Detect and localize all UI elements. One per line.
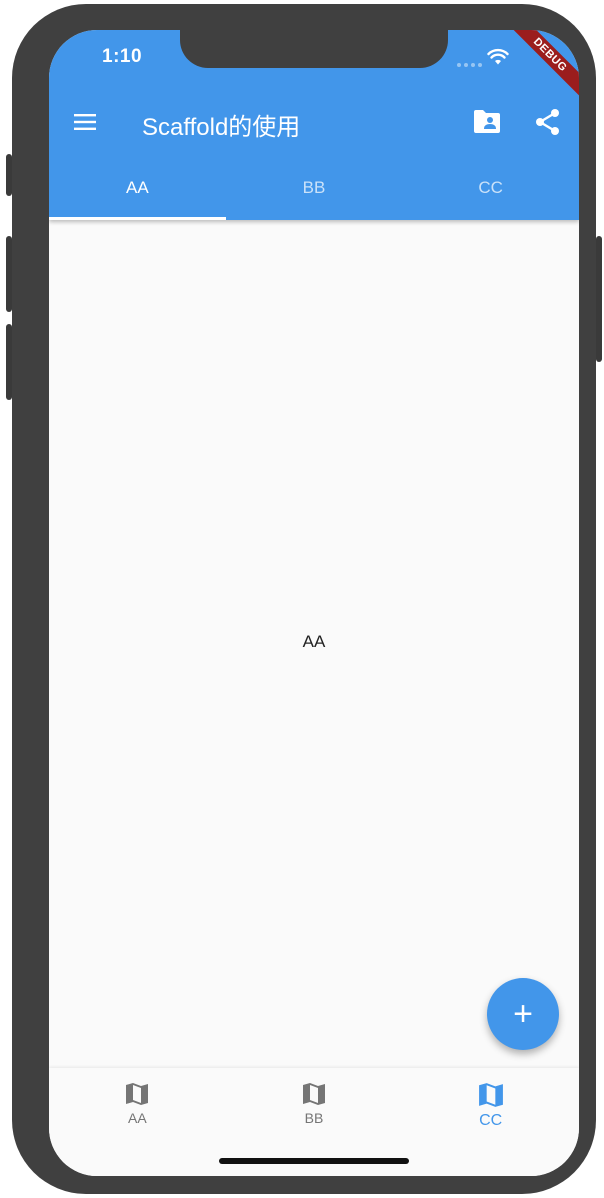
volume-down-button [6, 324, 12, 400]
map-icon [303, 1083, 325, 1105]
volume-up-button [6, 236, 12, 312]
wifi-icon [487, 48, 509, 65]
tab-aa[interactable]: AA [49, 160, 226, 220]
bottom-nav-item-cc[interactable]: CC [402, 1068, 579, 1176]
add-icon: + [513, 995, 533, 1033]
status-time: 1:10 [102, 46, 143, 67]
power-button [596, 236, 602, 362]
device-frame: 1:10 DEBUG Scaffold的使用 AA BB CC AA + AA … [6, 4, 602, 1194]
debug-banner: DEBUG [505, 30, 579, 100]
device-notch [180, 30, 448, 68]
share-icon[interactable] [534, 108, 562, 136]
tab-bb[interactable]: BB [226, 160, 403, 220]
mute-switch [6, 154, 12, 196]
screen: 1:10 DEBUG Scaffold的使用 AA BB CC AA + AA … [49, 30, 579, 1176]
bottom-nav-label: AA [127, 1110, 147, 1126]
bottom-nav-label: BB [304, 1110, 324, 1126]
map-icon [126, 1083, 149, 1105]
tab-bar: AA BB CC [49, 160, 579, 220]
map-icon [478, 1083, 503, 1107]
home-indicator[interactable] [219, 1158, 409, 1164]
signal-icon [457, 63, 482, 67]
page-title: Scaffold的使用 [142, 114, 301, 141]
tab-cc[interactable]: CC [402, 160, 579, 220]
menu-icon[interactable] [73, 110, 97, 134]
bottom-nav-label: CC [479, 1112, 503, 1129]
tab-content-text: AA [302, 632, 326, 651]
add-fab-button[interactable]: + [487, 978, 559, 1050]
bottom-nav-item-aa[interactable]: AA [49, 1068, 226, 1176]
folder-shared-icon[interactable] [472, 109, 502, 135]
